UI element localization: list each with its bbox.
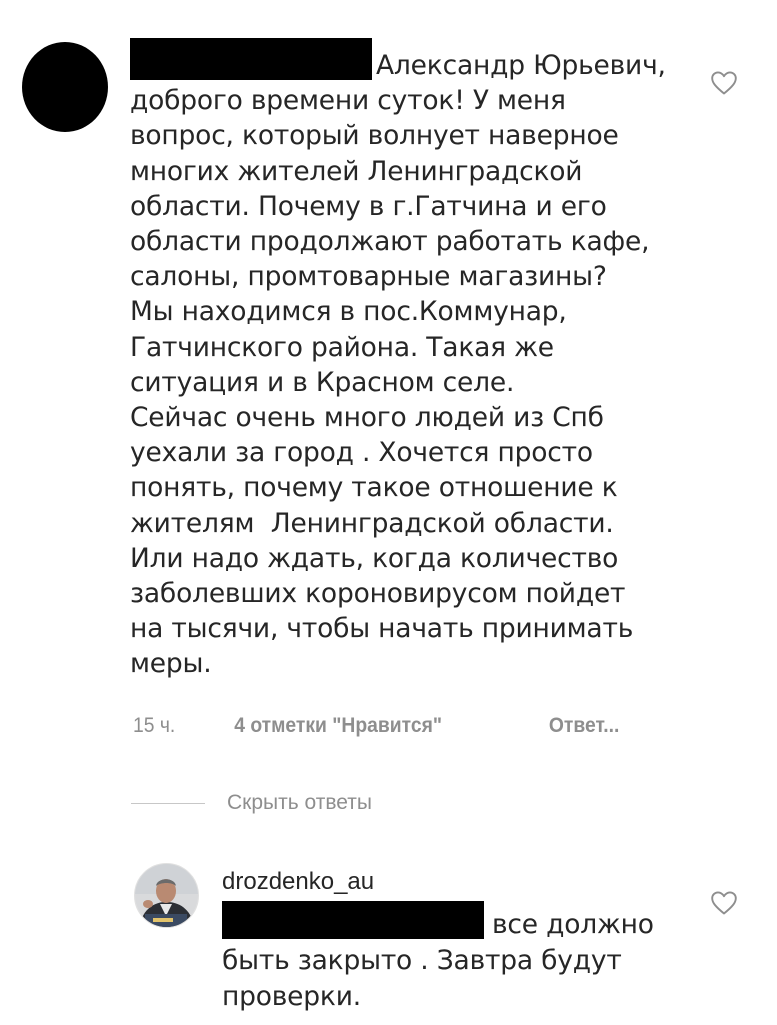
avatar[interactable]	[134, 863, 199, 928]
reply-text: все должно быть закрыто . Завтра будут п…	[222, 901, 692, 1015]
reply-line: быть закрыто . Завтра будут	[222, 945, 622, 976]
comment-line: Или надо ждать, когда количество	[130, 542, 619, 574]
hide-replies-button[interactable]: Скрыть ответы	[131, 789, 372, 817]
comment-line: вопрос, который волнует наверное	[130, 120, 619, 152]
avatar[interactable]	[22, 42, 108, 132]
comment-line: Александр Юрьевич,	[376, 50, 666, 81]
comment-time: 15 ч.	[133, 714, 176, 737]
comment-line: на тысячи, чтобы начать принимать	[130, 613, 634, 645]
comment-line: Гатчинского района. Такая же	[130, 331, 554, 363]
heart-icon[interactable]	[710, 70, 738, 96]
redacted-username[interactable]	[130, 38, 372, 80]
likes-count-link[interactable]: 4 отметки "Нравится"	[234, 711, 442, 741]
comment-line: области. Почему в г.Гатчина и его	[130, 190, 607, 222]
reply-button[interactable]: Ответ...	[549, 711, 619, 741]
avatar-photo-icon	[135, 864, 198, 927]
comment-text: Александр Юрьевич, доброго времени суток…	[130, 38, 690, 682]
comment-line: Сейчас очень много людей из Спб	[130, 402, 604, 434]
reply-line: все должно	[492, 909, 654, 940]
comment-line: области продолжают работать кафе,	[130, 226, 650, 258]
redacted-mention[interactable]	[222, 901, 484, 939]
hide-replies-label: Скрыть ответы	[227, 791, 372, 814]
comment-line: Мы находимся в пос.Коммунар,	[130, 296, 567, 328]
comment-line: салоны, промтоварные магазины?	[130, 261, 607, 293]
comment-line: заболевших короновирусом пойдет	[130, 578, 626, 610]
heart-icon[interactable]	[710, 890, 738, 916]
comment-line: доброго времени суток! У меня	[130, 85, 566, 117]
divider-line	[131, 802, 205, 804]
comment-line: многих жителей Ленинградской	[130, 155, 583, 187]
comment-line: меры.	[130, 648, 212, 680]
comment-line: понять, почему такое отношение к	[130, 472, 618, 504]
comment-line: ситуация и в Красном селе.	[130, 366, 515, 398]
reply-line: проверки.	[222, 981, 361, 1012]
comment-line: жителям Ленинградской области.	[130, 507, 614, 539]
reply-username[interactable]: drozdenko_au	[222, 866, 374, 898]
comment-line: уехали за город . Хочется просто	[130, 437, 593, 469]
